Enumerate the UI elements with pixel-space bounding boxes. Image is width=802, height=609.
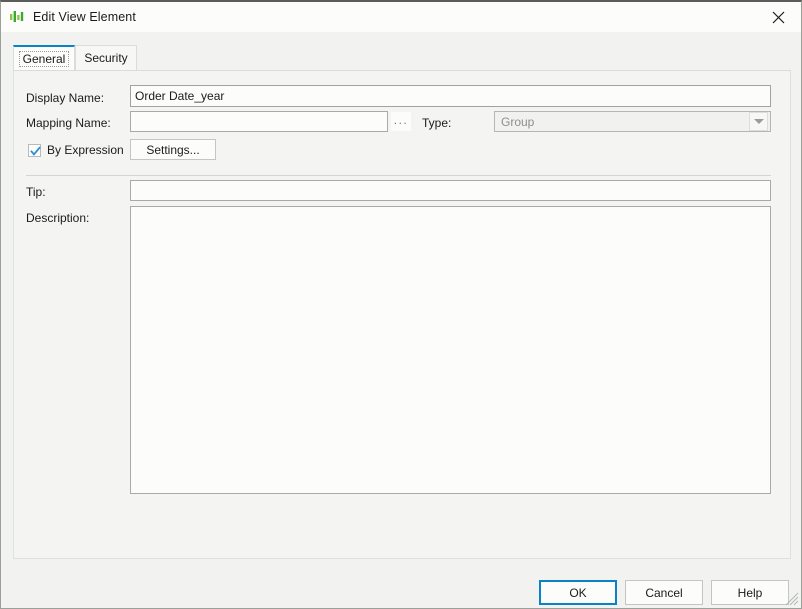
mapping-name-browse-button[interactable]: ... — [390, 111, 412, 132]
edit-view-element-dialog: Edit View Element General Security Displ… — [0, 0, 802, 609]
ok-button[interactable]: OK — [539, 580, 617, 605]
cancel-button[interactable]: Cancel — [625, 580, 703, 605]
tab-security[interactable]: Security — [75, 45, 137, 70]
type-dropdown[interactable]: Group — [494, 111, 771, 132]
settings-button[interactable]: Settings... — [130, 139, 216, 160]
help-button[interactable]: Help — [711, 580, 789, 605]
window-title: Edit View Element — [33, 10, 136, 24]
tab-general-label: General — [19, 51, 70, 67]
display-name-label: Display Name: — [26, 91, 104, 105]
tab-security-label: Security — [84, 51, 127, 65]
close-icon[interactable] — [755, 2, 801, 32]
section-divider — [26, 175, 771, 176]
tab-general[interactable]: General — [13, 45, 75, 70]
display-name-input[interactable] — [130, 85, 771, 107]
checkbox-box — [28, 144, 41, 157]
resize-grip[interactable] — [785, 592, 799, 606]
description-textarea[interactable] — [130, 206, 771, 494]
chart-bars-icon — [8, 8, 26, 26]
tab-strip: General Security — [13, 45, 791, 70]
mapping-name-label: Mapping Name: — [26, 116, 111, 130]
by-expression-label: By Expression — [47, 143, 124, 157]
tip-input[interactable] — [130, 180, 771, 201]
mapping-name-input[interactable] — [130, 111, 388, 132]
by-expression-checkbox[interactable]: By Expression — [28, 143, 124, 157]
title-bar: Edit View Element — [1, 2, 801, 32]
description-label: Description: — [26, 211, 89, 225]
general-tab-panel: Display Name: Mapping Name: ... Type: Gr… — [13, 70, 791, 559]
type-dropdown-value: Group — [495, 115, 749, 129]
type-label: Type: — [422, 116, 451, 130]
tip-label: Tip: — [26, 185, 46, 199]
chevron-down-icon — [749, 112, 768, 131]
